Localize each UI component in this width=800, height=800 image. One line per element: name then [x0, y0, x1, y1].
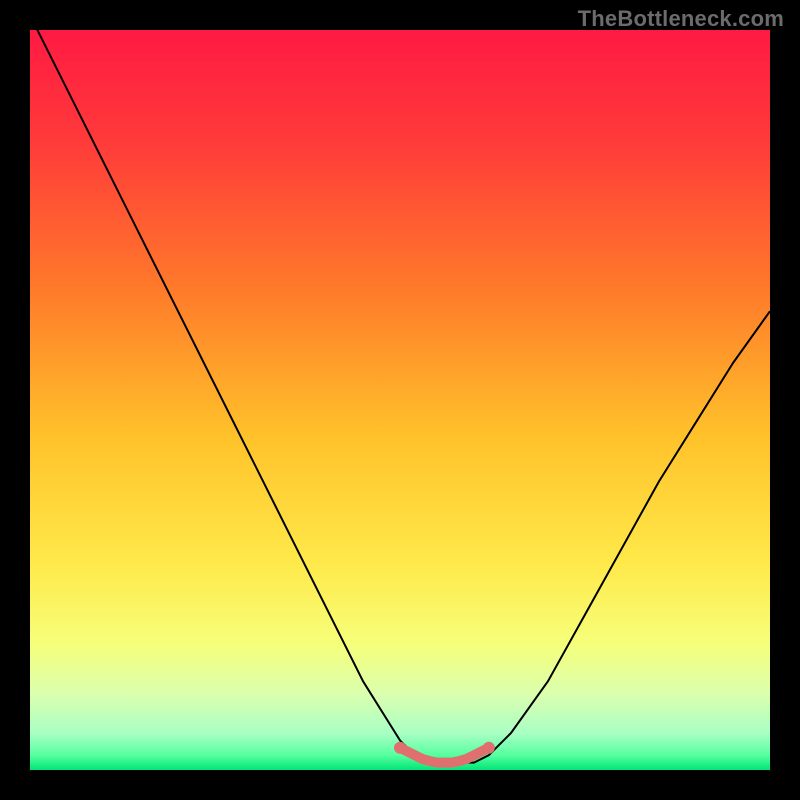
chart-frame: TheBottleneck.com	[0, 0, 800, 800]
marker-dot	[394, 742, 406, 754]
plot-svg	[30, 30, 770, 770]
gradient-background	[30, 30, 770, 770]
marker-dot	[483, 742, 495, 754]
watermark-text: TheBottleneck.com	[578, 6, 784, 32]
plot-area	[30, 30, 770, 770]
